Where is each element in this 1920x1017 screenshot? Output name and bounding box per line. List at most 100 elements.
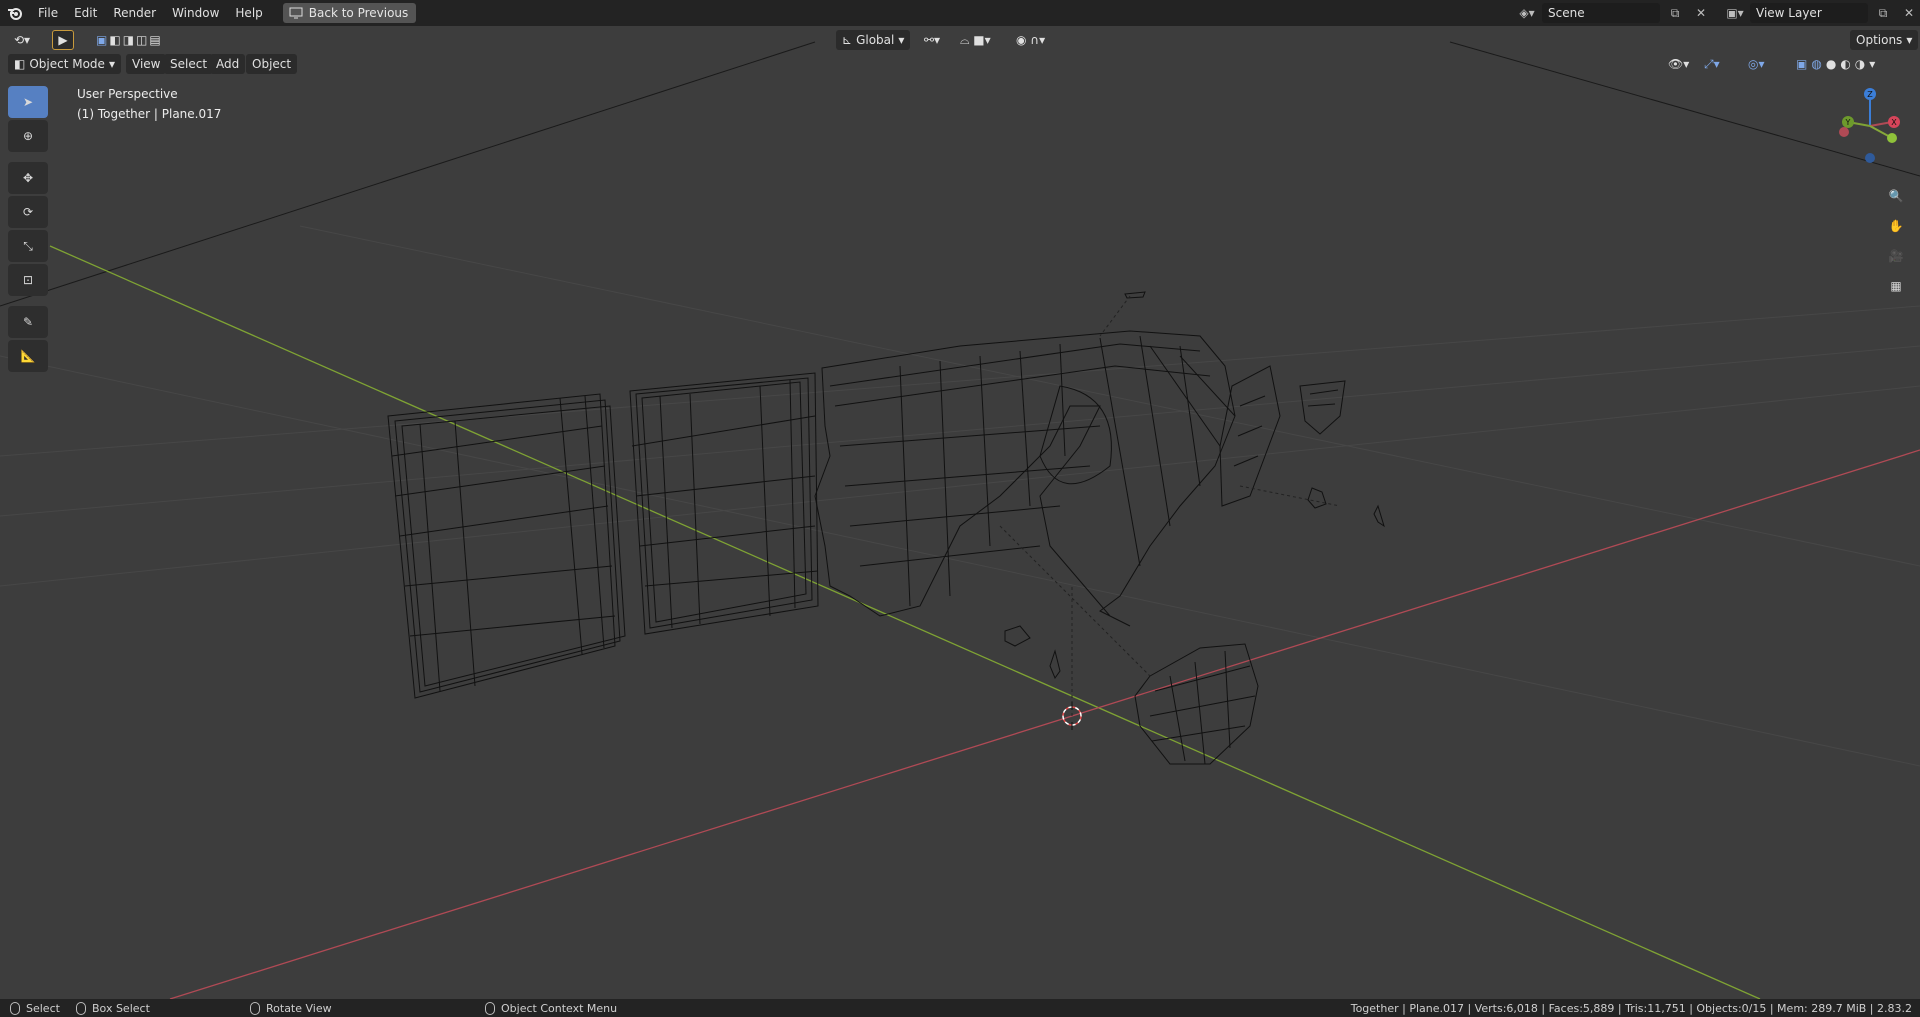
chevron-down-icon: ▾ (1906, 33, 1913, 47)
ruler-icon: 📐 (20, 349, 36, 363)
view-menu-row: ◧ Object Mode ▾ View Select Add Object 👁… (0, 54, 1920, 76)
status-select: Select (10, 999, 60, 1017)
transform-icon: ⊡ (22, 273, 34, 287)
3d-viewport[interactable]: ⟲▾ ▶ ▣ ◧ ◨ ◫ ▤ ⊾ Global ▾ ⚯▾ ⌓ ■▾ ◉ ∩▾ O… (0, 26, 1920, 999)
zoom-icon[interactable]: 🔍 (1882, 182, 1910, 210)
z-axis-label: Z (1867, 90, 1873, 99)
scale-icon: ⤡ (23, 238, 33, 253)
editor-type-icon: ⟲▾ (14, 33, 31, 47)
visibility-button[interactable]: 👁▾ (1662, 54, 1695, 74)
move-arrows-icon: ✥ (22, 171, 34, 185)
neg-y-axis-icon[interactable] (1887, 133, 1897, 143)
viewport-info: User Perspective (1) Together | Plane.01… (77, 84, 221, 124)
object-menu[interactable]: Object (246, 54, 298, 74)
options-label: Options (1856, 33, 1903, 47)
select-box-tool[interactable]: ➤ (8, 86, 48, 118)
gizmo-icon: ⤢▾ (1704, 57, 1720, 71)
wireframe-shading-icon[interactable]: ◍ (1811, 54, 1821, 74)
status-context-label: Object Context Menu (501, 1001, 618, 1015)
magazine-part-1[interactable] (387, 393, 626, 699)
x-axis-line (169, 449, 1920, 999)
wireframe-model[interactable] (387, 291, 1385, 765)
status-rotate-label: Rotate View (266, 1001, 332, 1015)
view-menu[interactable]: View (126, 54, 167, 74)
object-mode-label: Object Mode (29, 57, 105, 71)
floor-grid (0, 225, 1920, 767)
menu-window[interactable]: Window (164, 0, 227, 26)
foregrip-part[interactable] (1134, 643, 1259, 765)
left-mouse-icon (10, 1001, 20, 1015)
ortho-grid-icon[interactable]: ▦ (1882, 272, 1910, 300)
gizmo-toggle-button[interactable]: ⤢▾ (1698, 54, 1726, 74)
move-tool[interactable]: ✥ (8, 162, 48, 194)
crosshair-icon: ⊕ (22, 129, 34, 143)
magnet-icon: ⌓ ■▾ (960, 33, 991, 47)
delete-scene-icon[interactable]: ✕ (1690, 3, 1712, 23)
pivot-point-button[interactable]: ⚯▾ (918, 30, 946, 50)
select-menu[interactable]: Select (164, 54, 214, 74)
y-axis-label: Y (1845, 118, 1851, 127)
cursor-tool[interactable]: ⊕ (8, 120, 48, 152)
selection-mode-buttons[interactable]: ▣ ◧ ◨ ◫ ▤ (90, 30, 167, 50)
camera-icon[interactable]: 🎥 (1882, 242, 1910, 270)
mode-intersect-icon[interactable]: ▤ (149, 30, 160, 50)
status-select-label: Select (26, 1001, 60, 1015)
measure-tool[interactable]: 📐 (8, 340, 48, 372)
select-tool-icon[interactable]: ▶ (52, 30, 74, 50)
right-mouse-icon (485, 1001, 495, 1015)
scene-field[interactable]: Scene (1542, 3, 1660, 23)
snap-button[interactable]: ⌓ ■▾ (954, 30, 997, 50)
pan-hand-icon[interactable]: ✋ (1882, 212, 1910, 240)
status-box-select-label: Box Select (92, 1001, 150, 1015)
new-scene-icon[interactable]: ⧉ (1664, 3, 1686, 23)
top-bar: File Edit Render Window Help Back to Pre… (0, 0, 1920, 26)
delete-view-layer-icon[interactable]: ✕ (1898, 3, 1920, 23)
scene-type-icon[interactable]: ◈▾ (1516, 3, 1538, 23)
shading-buttons[interactable]: ▣ ◍ ● ◐ ◑ ▾ (1790, 54, 1881, 74)
scale-tool[interactable]: ⤡ (8, 230, 48, 262)
orientation-icon: ⊾ (842, 33, 853, 47)
pivot-icon: ⚯▾ (924, 33, 941, 47)
gun-body[interactable] (814, 330, 1236, 627)
annotate-tool[interactable]: ✎ (8, 306, 48, 338)
proportional-edit-button[interactable]: ◉ ∩▾ (1010, 30, 1051, 50)
menu-render[interactable]: Render (105, 0, 164, 26)
menu-edit[interactable]: Edit (66, 0, 105, 26)
view-layer-field[interactable]: View Layer (1750, 3, 1868, 23)
chevron-down-icon[interactable]: ▾ (1869, 54, 1875, 74)
blender-logo-icon[interactable] (0, 0, 30, 26)
menu-help[interactable]: Help (227, 0, 270, 26)
editor-type-button[interactable]: ⟲▾ (8, 30, 36, 50)
xray-icon[interactable]: ▣ (1796, 54, 1807, 74)
material-shading-icon[interactable]: ◐ (1840, 54, 1850, 74)
overlay-toggle-button[interactable]: ◎▾ (1742, 54, 1771, 74)
add-menu[interactable]: Add (210, 54, 246, 74)
mode-invert-icon[interactable]: ◫ (136, 30, 147, 50)
navigation-gizmo[interactable]: Z X Y (1830, 86, 1910, 166)
back-to-previous-label: Back to Previous (308, 6, 409, 20)
options-dropdown[interactable]: Options ▾ (1850, 30, 1919, 50)
rendered-shading-icon[interactable]: ◑ (1855, 54, 1865, 74)
chevron-down-icon: ▾ (108, 57, 115, 71)
mode-set-icon[interactable]: ▣ (96, 30, 107, 50)
orientation-dropdown[interactable]: ⊾ Global ▾ (836, 30, 911, 50)
object-mode-dropdown[interactable]: ◧ Object Mode ▾ (8, 54, 121, 74)
neg-z-axis-icon[interactable] (1865, 153, 1875, 163)
scene-canvas[interactable] (0, 26, 1920, 999)
back-to-previous-button[interactable]: Back to Previous (282, 3, 417, 23)
new-view-layer-icon[interactable]: ⧉ (1872, 3, 1894, 23)
transform-tool[interactable]: ⊡ (8, 264, 48, 296)
neg-x-axis-icon[interactable] (1839, 127, 1849, 137)
view-layer-icon[interactable]: ▣▾ (1724, 3, 1746, 23)
viewport-header: ⟲▾ ▶ ▣ ◧ ◨ ◫ ▤ ⊾ Global ▾ ⚯▾ ⌓ ■▾ ◉ ∩▾ O… (0, 26, 1920, 78)
status-rotate-view: Rotate View (250, 999, 332, 1017)
mode-extend-icon[interactable]: ◧ (109, 30, 120, 50)
chevron-down-icon: ▾ (898, 33, 905, 47)
gun-detail-parts[interactable] (1004, 291, 1385, 680)
overlay-icon: ◎▾ (1748, 57, 1765, 71)
tool-settings-row: ⟲▾ ▶ ▣ ◧ ◨ ◫ ▤ ⊾ Global ▾ ⚯▾ ⌓ ■▾ ◉ ∩▾ O… (0, 30, 1920, 54)
mode-subtract-icon[interactable]: ◨ (123, 30, 134, 50)
rotate-tool[interactable]: ⟳ (8, 196, 48, 228)
solid-shading-icon[interactable]: ● (1826, 54, 1836, 74)
menu-file[interactable]: File (30, 0, 66, 26)
